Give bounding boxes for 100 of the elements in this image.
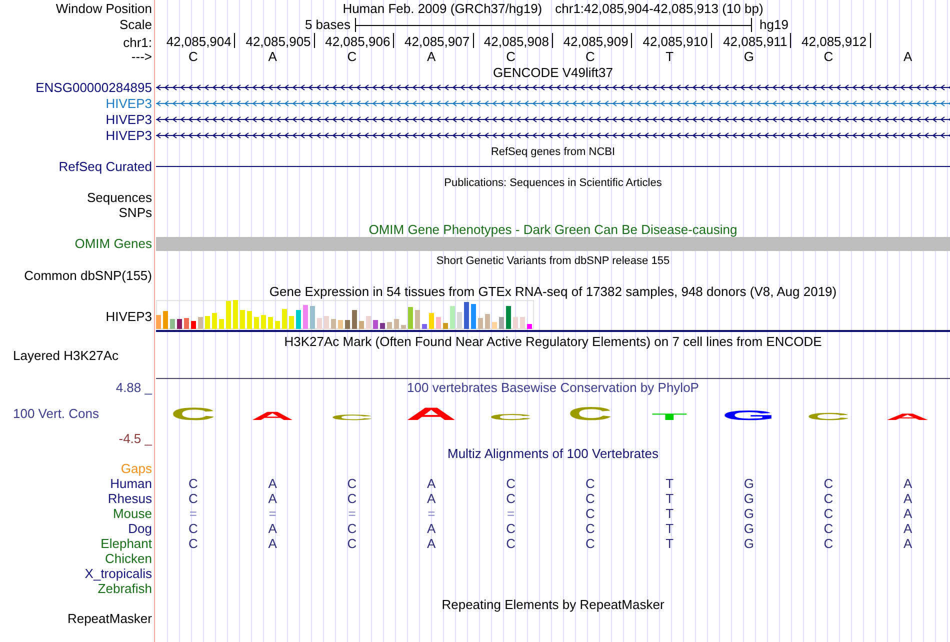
coordinate-label: 42,085,908: [484, 33, 553, 48]
track-label: X_tropicalis: [84, 566, 152, 580]
base-letter: C: [506, 476, 516, 490]
base-letter: T: [666, 536, 674, 550]
track-label: Human: [110, 476, 152, 490]
track-label: --->: [131, 50, 152, 64]
base-letter: A: [903, 522, 912, 536]
base-letter: A: [268, 476, 277, 490]
track-label: chr1:: [123, 36, 152, 50]
base-letter: G: [744, 50, 754, 64]
base-letter: C: [347, 536, 357, 550]
base-letter: C: [586, 476, 595, 490]
base-letter: C: [824, 506, 834, 520]
track-label: ENSG00000284895: [36, 81, 152, 95]
assembly-label: hg19: [760, 18, 788, 32]
base-letter: A: [427, 476, 436, 490]
expression-bar: [282, 309, 287, 329]
coordinate-label: 42,085,912: [802, 33, 871, 48]
track-title: Gene Expression in 54 tissues from GTEx RNA-seq of 17382 samples, 948 donors (V8, Aug 2019): [269, 285, 837, 299]
alignment-gap: =: [189, 506, 197, 520]
track-label: RefSeq Curated: [58, 160, 152, 174]
conservation-letter: A: [406, 404, 457, 424]
track-title: RefSeq genes from NCBI: [490, 146, 616, 159]
expression-bar: [471, 304, 476, 329]
base-letter: C: [824, 476, 834, 490]
expression-bar: [464, 302, 469, 329]
track-label: HIVEP3: [106, 113, 152, 127]
expression-bar: [373, 320, 378, 329]
base-letter: C: [188, 536, 198, 550]
expression-bar: [422, 324, 427, 329]
expression-bar: [275, 320, 280, 329]
expression-bar: [380, 322, 385, 329]
track-label: HIVEP3: [106, 97, 152, 111]
track-label: HIVEP3: [106, 129, 152, 143]
expression-bar: [317, 318, 322, 329]
track-label: Mouse: [112, 506, 152, 520]
base-letter: A: [903, 506, 912, 520]
alignment-gap: =: [428, 506, 436, 520]
base-letter: C: [506, 522, 516, 536]
track-title: H3K27Ac Mark (Often Found Near Active Regulatory Elements) on 7 cell lines from ENCODE: [284, 335, 822, 349]
expression-bar: [226, 301, 231, 329]
expression-bar: [443, 322, 448, 329]
base-letter: C: [188, 476, 198, 490]
track-title: GENCODE V49lift37: [493, 66, 613, 80]
expression-bar: [177, 319, 182, 329]
expression-bar: [527, 324, 532, 329]
coordinate-label: 42,085,905: [246, 33, 315, 48]
alignment-gap: =: [348, 506, 356, 520]
conservation-letter: C: [806, 410, 850, 422]
base-letter: A: [268, 492, 277, 506]
track-label: Gaps: [120, 462, 152, 476]
coordinate-label: 42,085,909: [563, 33, 632, 48]
conservation-letter: C: [170, 404, 216, 424]
expression-bar: [457, 312, 462, 329]
track-label: Rhesus: [108, 492, 152, 506]
track-title: Repeating Elements by RepeatMasker: [442, 598, 664, 612]
range-min-label: -4.5 _: [118, 432, 152, 446]
track-title: Multiz Alignments of 100 Vertebrates: [447, 446, 658, 460]
base-letter: C: [824, 492, 834, 506]
base-letter: C: [188, 522, 198, 536]
base-letter: T: [666, 506, 674, 520]
expression-bar: [191, 321, 196, 329]
expression-bar: [499, 316, 504, 329]
track-label: Elephant: [100, 536, 152, 550]
expression-bar: [338, 320, 343, 329]
base-letter: C: [506, 50, 516, 64]
alignment-gap: =: [507, 506, 515, 520]
base-letter: C: [586, 50, 595, 64]
base-letter: A: [427, 492, 436, 506]
base-letter: T: [666, 476, 674, 490]
expression-bar: [247, 311, 252, 329]
expression-bar: [436, 316, 441, 329]
expression-bar: [366, 316, 371, 329]
base-letter: C: [586, 536, 595, 550]
expression-bar: [254, 316, 259, 329]
base-letter: G: [744, 536, 754, 550]
conservation-letter: A: [250, 410, 294, 423]
base-letter: C: [506, 492, 516, 506]
expression-bar: [450, 306, 455, 329]
track-label: Layered H3K27Ac: [13, 349, 119, 363]
conservation-letter: A: [886, 412, 930, 422]
base-letter: G: [744, 492, 754, 506]
expression-bar: [394, 319, 399, 329]
assembly-name: Human Feb. 2009 (GRCh37/hg19): [342, 2, 542, 16]
expression-bar: [401, 325, 406, 329]
expression-bar: [492, 322, 497, 329]
base-letter: A: [903, 476, 912, 490]
expression-bar: [212, 313, 217, 329]
base-letter: C: [824, 50, 834, 64]
expression-bar: [205, 316, 210, 329]
base-letter: A: [427, 522, 436, 536]
expression-bar: [198, 316, 203, 329]
base-letter: G: [744, 522, 754, 536]
track-title: OMIM Gene Phenotypes - Dark Green Can Be Disease-causing: [368, 223, 738, 237]
base-letter: A: [903, 492, 912, 506]
expression-bar: [408, 307, 413, 329]
track-label: Sequences: [86, 190, 152, 204]
expression-bar: [485, 314, 490, 329]
base-letter: C: [586, 506, 595, 520]
expression-bar: [163, 311, 168, 329]
